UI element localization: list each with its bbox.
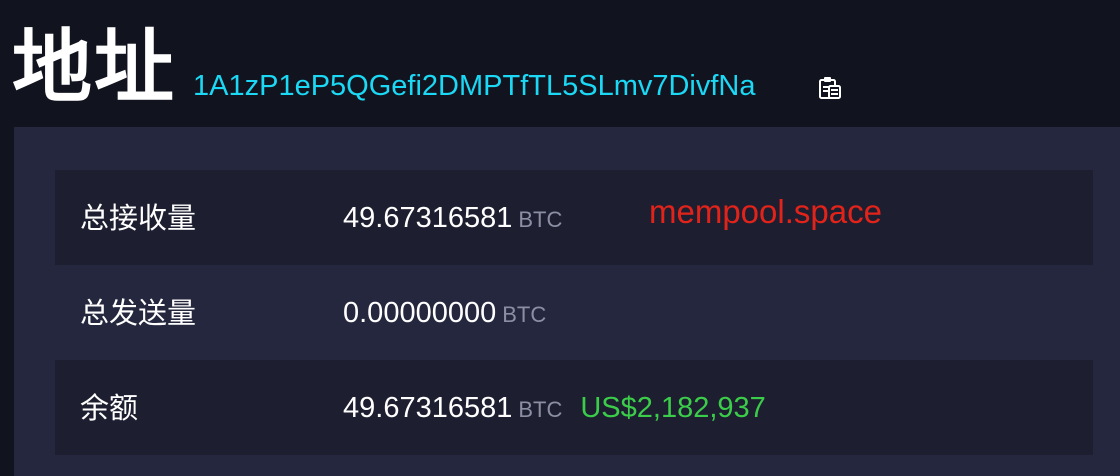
btc-unit: BTC — [518, 397, 563, 422]
clipboard-icon[interactable] — [817, 75, 843, 101]
total-sent-label: 总发送量 — [80, 296, 197, 330]
btc-unit: BTC — [518, 207, 563, 232]
balance-label: 余额 — [80, 391, 139, 425]
address-header: 地址 1A1zP1eP5QGefi2DMPTfTL5SLmv7DivfNa — [0, 0, 1120, 127]
total-sent-amount: 0.00000000 — [343, 297, 497, 329]
mempool-watermark: mempool.space — [649, 193, 882, 230]
address-link[interactable]: 1A1zP1eP5QGefi2DMPTfTL5SLmv7DivfNa — [193, 66, 756, 106]
total-received-value: 49.67316581 BTC — [343, 198, 562, 240]
total-received-row: 总接收量 49.67316581 BTC — [55, 170, 1093, 265]
btc-unit: BTC — [502, 302, 547, 327]
total-sent-row: 总发送量 0.00000000 BTC — [55, 265, 1093, 360]
balance-value: 49.67316581 BTC US$2,182,937 — [343, 388, 766, 430]
total-received-label: 总接收量 — [80, 201, 197, 235]
balance-fiat-value: US$2,182,937 — [580, 392, 766, 424]
page-title: 地址 — [12, 21, 176, 114]
total-sent-value: 0.00000000 BTC — [343, 293, 546, 335]
balance-amount: 49.67316581 — [343, 392, 513, 424]
total-received-amount: 49.67316581 — [343, 202, 513, 234]
address-summary-panel: 总接收量 49.67316581 BTC 总发送量 0.00000000 BTC 余… — [14, 127, 1120, 476]
balance-row: 余额 49.67316581 BTC US$2,182,937 — [55, 360, 1093, 455]
